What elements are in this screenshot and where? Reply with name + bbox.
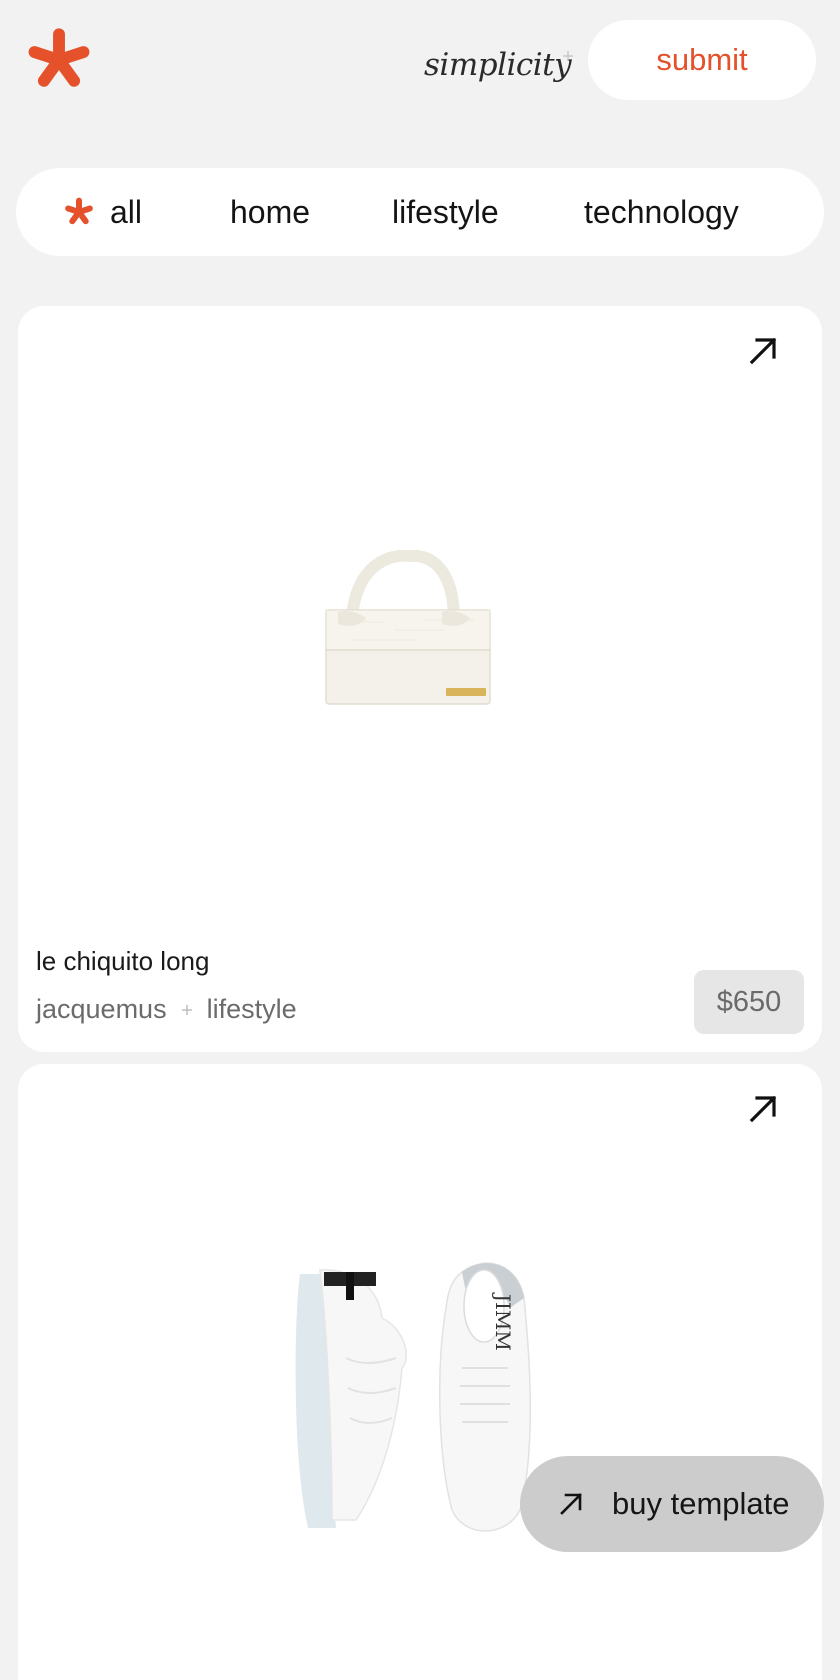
product-card[interactable]: JIMM [18, 1064, 822, 1680]
submit-button[interactable]: submit [588, 20, 816, 100]
asterisk-logo-icon[interactable] [26, 27, 92, 93]
nav-item-all[interactable]: all [64, 168, 142, 256]
nav-item-label: all [110, 193, 143, 230]
buy-template-label: buy template [612, 1486, 790, 1521]
category-nav: all home lifestyle technology [16, 168, 824, 256]
asterisk-icon [65, 197, 93, 225]
plus-separator-icon [181, 1004, 192, 1015]
buy-template-button[interactable]: buy template [520, 1456, 824, 1552]
header: simplicity submit [0, 0, 840, 128]
product-brand: jacquemus [36, 994, 167, 1024]
product-category: lifestyle [206, 994, 297, 1024]
plus-separator-icon [563, 51, 573, 61]
price-badge: $650 [694, 970, 804, 1034]
handbag-image [325, 550, 491, 705]
arrow-up-right-icon[interactable] [746, 334, 780, 368]
product-meta: jacquemus lifestyle [36, 994, 297, 1025]
arrow-up-right-icon[interactable] [746, 1092, 780, 1126]
product-card[interactable]: le chiquito long jacquemus lifestyle $65… [18, 306, 822, 1052]
nav-item-lifestyle[interactable]: lifestyle [392, 168, 499, 256]
nav-item-technology[interactable]: technology [584, 168, 739, 256]
product-title: le chiquito long [36, 946, 210, 976]
arrow-up-right-icon [560, 1493, 582, 1515]
tagline: simplicity [424, 47, 572, 83]
page: simplicity submit all home lifestyle tec… [0, 0, 840, 1680]
svg-text:JIMM: JIMM [491, 1292, 515, 1351]
nav-item-home[interactable]: home [230, 168, 310, 256]
